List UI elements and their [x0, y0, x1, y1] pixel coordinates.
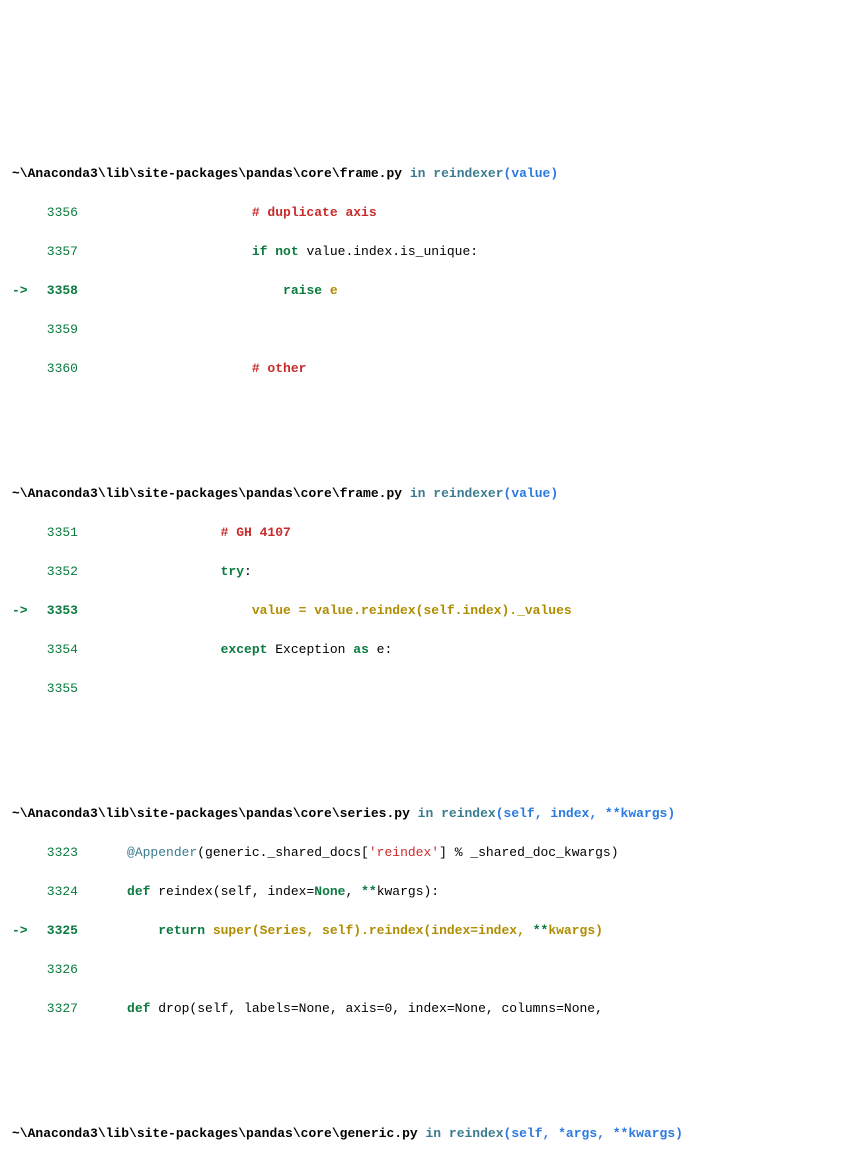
code: except Exception as e:: [88, 640, 831, 660]
line-number: 3327: [34, 999, 88, 1019]
frame-header: ~\Anaconda3\lib\site-packages\pandas\cor…: [12, 804, 831, 824]
code: # other: [88, 359, 831, 379]
source-line: 3327 def drop(self, labels=None, axis=0,…: [12, 999, 831, 1019]
code: raise e: [88, 281, 831, 301]
source-line: 3355: [12, 679, 831, 699]
source-line: 3360 # other: [12, 359, 831, 379]
line-number: 3358: [34, 281, 88, 301]
file-path: ~\Anaconda3\lib\site-packages\pandas\cor…: [12, 1126, 418, 1141]
source-line: 3359: [12, 320, 831, 340]
source-line-current: ->3358 raise e: [12, 281, 831, 301]
line-number: 3325: [34, 921, 88, 941]
source-line: 3357 if not value.index.is_unique:: [12, 242, 831, 262]
file-path: ~\Anaconda3\lib\site-packages\pandas\cor…: [12, 486, 402, 501]
line-number: 3354: [34, 640, 88, 660]
source-line: 3351 # GH 4107: [12, 523, 831, 543]
function-args: self, index, **kwargs: [504, 806, 668, 821]
line-number: 3326: [34, 960, 88, 980]
code: [88, 960, 831, 980]
source-line-current: ->3325 return super(Series, self).reinde…: [12, 921, 831, 941]
frame-header: ~\Anaconda3\lib\site-packages\pandas\cor…: [12, 484, 831, 504]
traceback-frame: ~\Anaconda3\lib\site-packages\pandas\cor…: [12, 465, 831, 719]
source-line: 3323 @Appender(generic._shared_docs['rei…: [12, 843, 831, 863]
function-name: reindex: [449, 1126, 504, 1141]
line-number: 3323: [34, 843, 88, 863]
traceback-frame: ~\Anaconda3\lib\site-packages\pandas\cor…: [12, 145, 831, 399]
function-args: value: [511, 166, 550, 181]
function-args: self, *args, **kwargs: [511, 1126, 675, 1141]
line-number: 3353: [34, 601, 88, 621]
code: def reindex(self, index=None, **kwargs):: [88, 882, 831, 902]
source-line: 3356 # duplicate axis: [12, 203, 831, 223]
line-number: 3351: [34, 523, 88, 543]
code: # GH 4107: [88, 523, 831, 543]
code: try:: [88, 562, 831, 582]
code: def drop(self, labels=None, axis=0, inde…: [88, 999, 831, 1019]
code: return super(Series, self).reindex(index…: [88, 921, 831, 941]
code: [88, 320, 831, 340]
line-number: 3359: [34, 320, 88, 340]
frame-header: ~\Anaconda3\lib\site-packages\pandas\cor…: [12, 164, 831, 184]
line-number: 3352: [34, 562, 88, 582]
traceback-frame: ~\Anaconda3\lib\site-packages\pandas\cor…: [12, 1105, 831, 1160]
code: # duplicate axis: [88, 203, 831, 223]
line-number: 3360: [34, 359, 88, 379]
arrow-gutter: [12, 203, 34, 223]
function-name: reindex: [441, 806, 496, 821]
function-args: value: [511, 486, 550, 501]
line-number: 3355: [34, 679, 88, 699]
line-number: 3356: [34, 203, 88, 223]
source-line-current: ->3353 value = value.reindex(self.index)…: [12, 601, 831, 621]
frame-header: ~\Anaconda3\lib\site-packages\pandas\cor…: [12, 1124, 831, 1144]
code: value = value.reindex(self.index)._value…: [88, 601, 831, 621]
code: if not value.index.is_unique:: [88, 242, 831, 262]
function-name: reindexer: [433, 166, 503, 181]
line-number: 3324: [34, 882, 88, 902]
traceback-frame: ~\Anaconda3\lib\site-packages\pandas\cor…: [12, 785, 831, 1039]
code: @Appender(generic._shared_docs['reindex'…: [88, 843, 831, 863]
code: [88, 679, 831, 699]
traceback-container: ~\Anaconda3\lib\site-packages\pandas\cor…: [12, 86, 831, 1160]
source-line: 3354 except Exception as e:: [12, 640, 831, 660]
source-line: 3352 try:: [12, 562, 831, 582]
line-number: 3357: [34, 242, 88, 262]
source-line: 3324 def reindex(self, index=None, **kwa…: [12, 882, 831, 902]
file-path: ~\Anaconda3\lib\site-packages\pandas\cor…: [12, 806, 410, 821]
file-path: ~\Anaconda3\lib\site-packages\pandas\cor…: [12, 166, 402, 181]
source-line: 3326: [12, 960, 831, 980]
function-name: reindexer: [433, 486, 503, 501]
